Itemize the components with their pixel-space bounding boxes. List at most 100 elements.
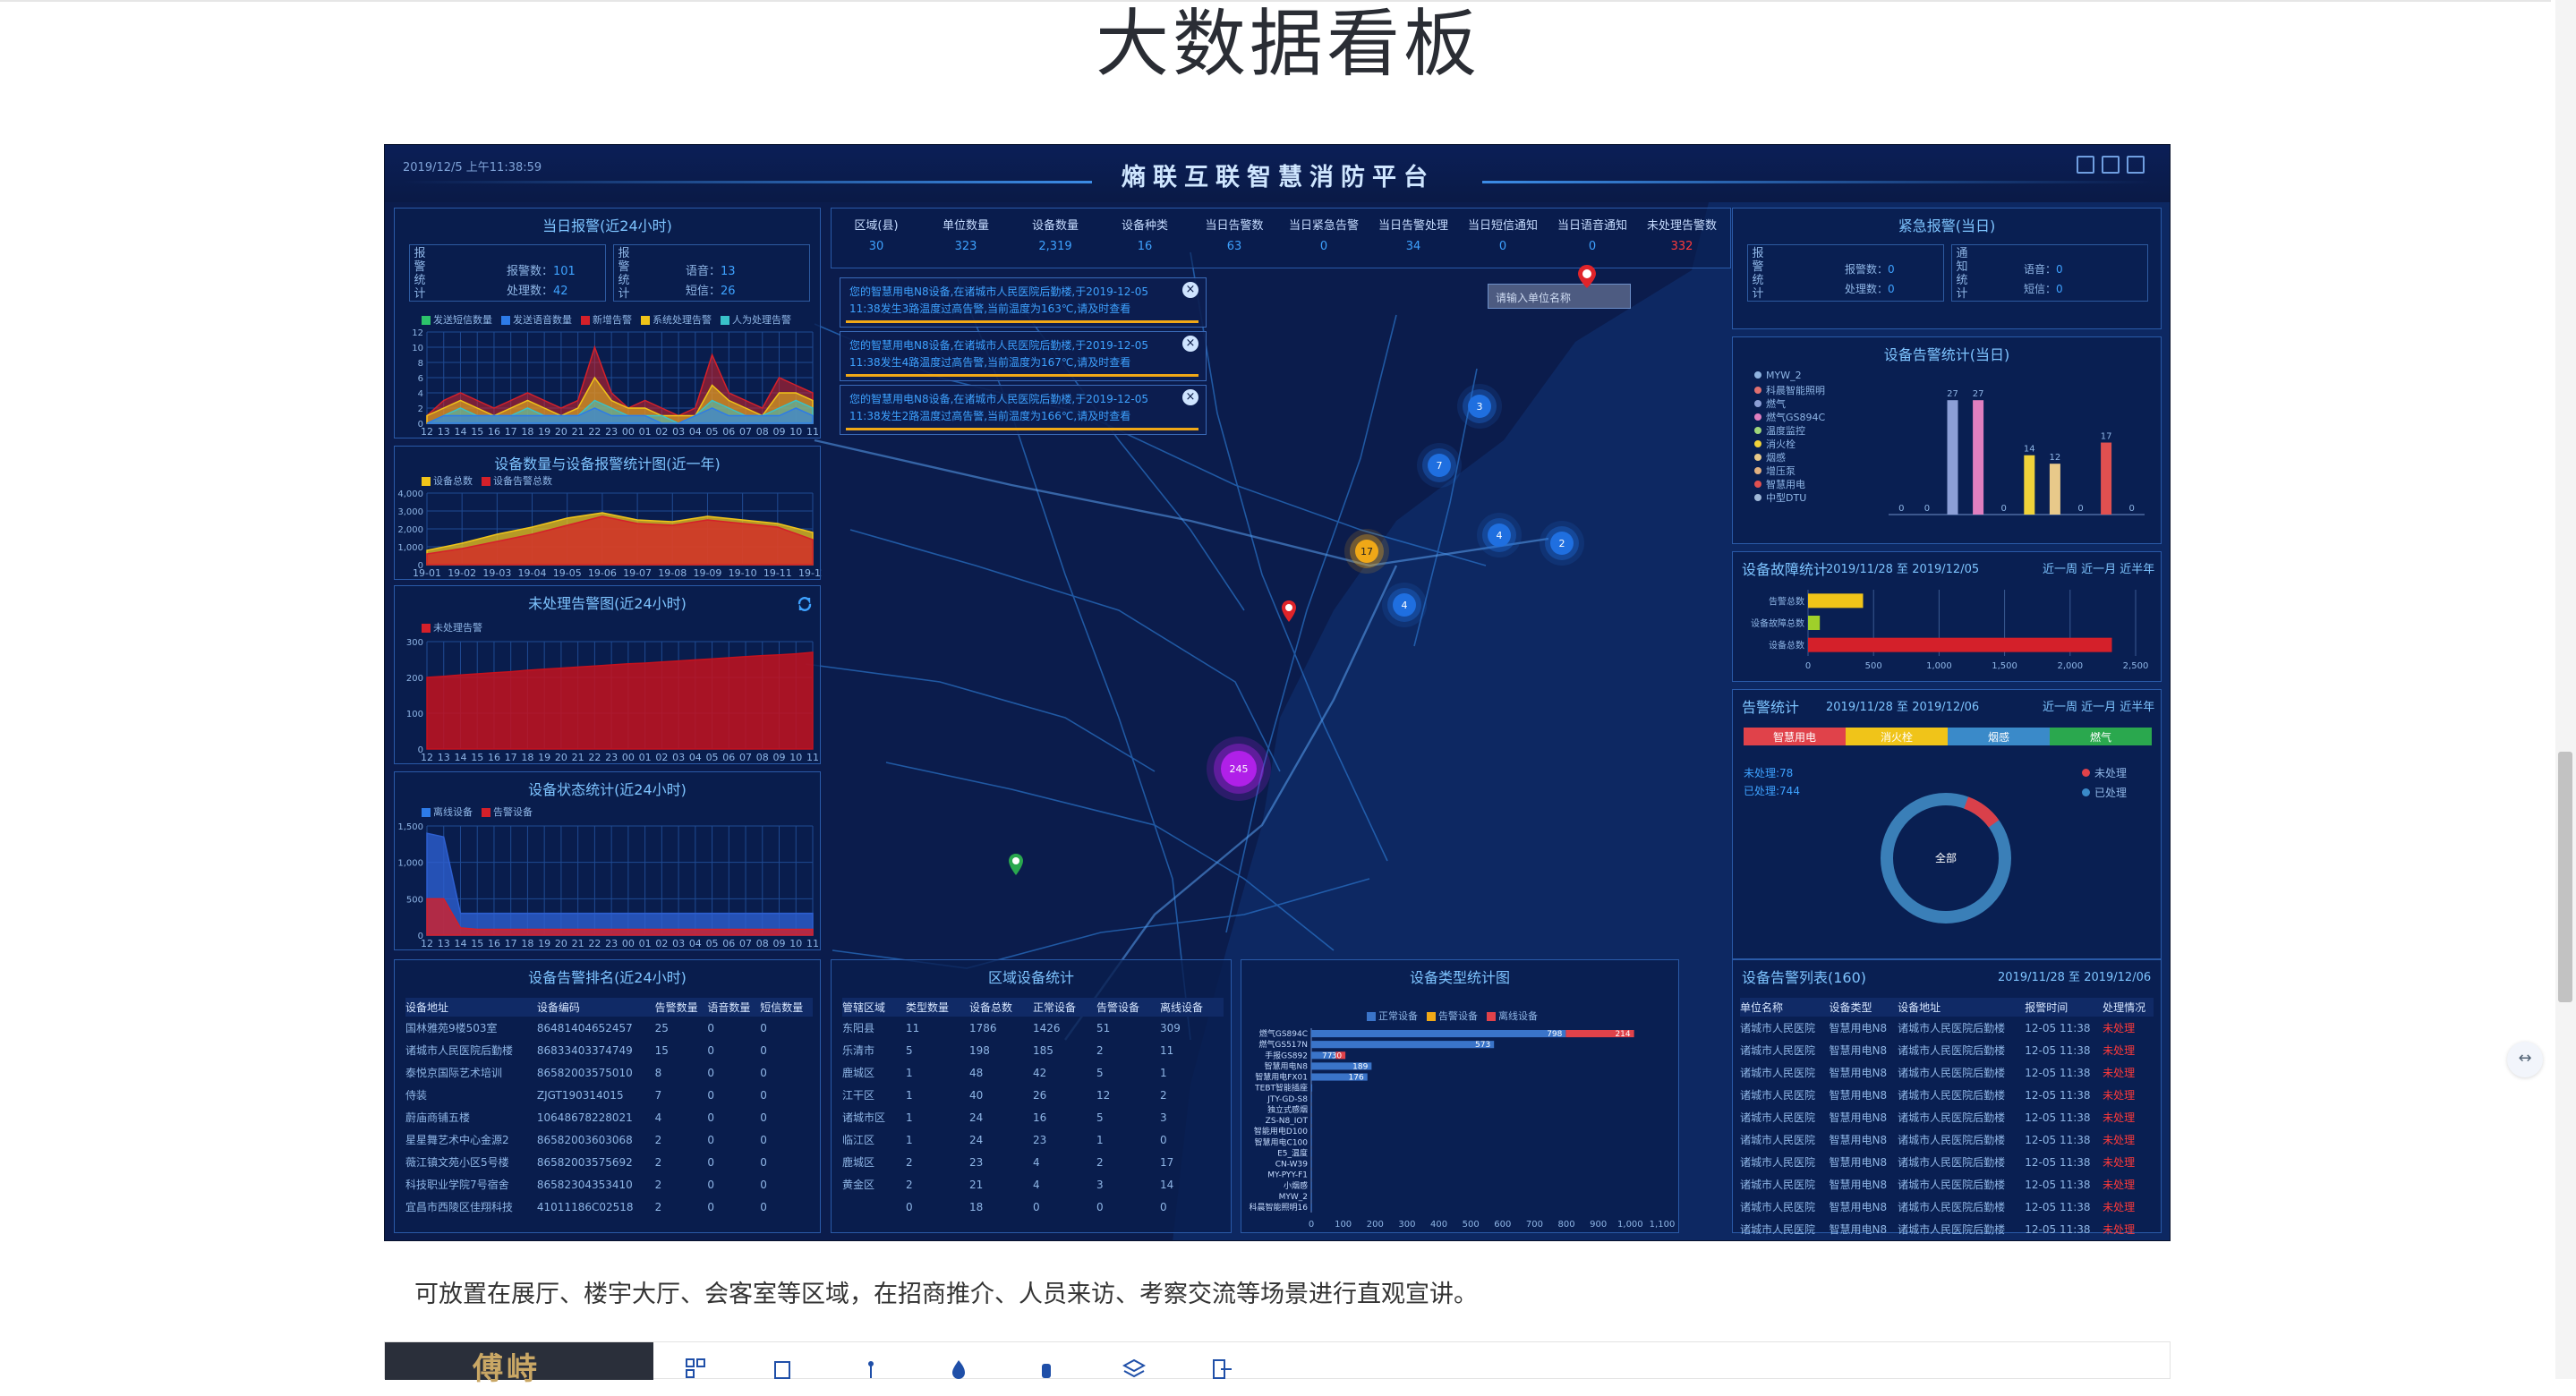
cluster-marker[interactable]: 4 [1488, 524, 1511, 547]
table-cell: 12-05 11:38 [2025, 1088, 2091, 1102]
emergency-sms: 0 [2056, 283, 2063, 295]
collapse-icon[interactable]: ↔ [2507, 1042, 2543, 1077]
cluster-marker[interactable]: 7 [1428, 454, 1451, 477]
table-cell: 0 [707, 1178, 715, 1191]
screen-icon[interactable] [2102, 156, 2120, 174]
cluster-marker[interactable]: 17 [1355, 540, 1378, 563]
x-tick-label: 00 [622, 938, 635, 949]
table-cell: 0 [760, 1066, 767, 1079]
table-cell: 1 [1160, 1066, 1167, 1079]
y-tick-label: 2,000 [397, 525, 423, 535]
antenna-icon[interactable] [859, 1357, 883, 1380]
page-title: 大数据看板 [1095, 2, 1480, 87]
scrollbar-track[interactable] [2555, 0, 2576, 1379]
legend-item: 消火栓 [1754, 437, 1825, 450]
x-tick-label: 19-02 [448, 567, 476, 579]
legend-label: 烟感 [1766, 452, 1786, 464]
fault-chart: 0 500 1,000 1,500 2,000 2,500 告警总数设备故障总数设备总数 [1751, 590, 2148, 671]
x-tick-label: 22 [588, 752, 601, 763]
alarm-type-tab[interactable]: 消火栓 [1846, 728, 1948, 745]
stat-label: 当日告警数 [1205, 219, 1264, 233]
map-search-input[interactable]: 请输入单位名称 [1488, 284, 1631, 309]
category-label: 手报GS892 [1265, 1050, 1308, 1060]
close-icon[interactable]: × [1182, 389, 1198, 405]
x-tick-label: 19-08 [658, 567, 687, 579]
table-cell: 5 [1096, 1066, 1104, 1079]
x-tick-label: 02 [655, 938, 668, 949]
table-cell: 12-05 11:38 [2025, 1111, 2091, 1124]
x-tick-label: 23 [605, 426, 618, 438]
cluster-marker[interactable]: 3 [1468, 395, 1491, 418]
extinguisher-icon[interactable] [1035, 1357, 1058, 1380]
exit-icon[interactable] [1210, 1357, 1233, 1380]
refresh-icon[interactable] [796, 595, 814, 613]
stat-label: 设备种类 [1121, 219, 1168, 233]
table-cell: 185 [1033, 1043, 1053, 1057]
green-pin-icon[interactable] [1007, 852, 1025, 877]
x-tick-label: 06 [722, 938, 735, 949]
fault-range-tabs[interactable]: 近一周 近一月 近半年 [2043, 559, 2154, 576]
cluster-marker[interactable]: 2 [1550, 532, 1574, 555]
alarm-type-tab[interactable]: 燃气 [2050, 728, 2152, 745]
table-row: 诸城市人民医院 智慧用电N8 诸城市人民医院后勤楼 12-05 11:38 未处理 [1740, 1084, 2154, 1106]
legend-swatch [1754, 454, 1761, 461]
table-row: 侍装 ZJGT190314015 7 0 0 [405, 1084, 813, 1106]
x-tick-label: 02 [655, 752, 668, 763]
table-cell: 诸城市人民医院后勤楼 [1898, 1134, 2006, 1146]
table-header-cell: 告警数量 [654, 998, 708, 1017]
building-icon[interactable] [772, 1357, 795, 1380]
table-header-cell: 离线设备 [1160, 998, 1224, 1017]
x-tick-label: 19-09 [693, 567, 721, 579]
close-icon[interactable]: × [1182, 282, 1198, 298]
layers-icon[interactable] [1122, 1357, 1146, 1380]
category-label: MYW_2 [1279, 1193, 1308, 1202]
x-tick-label: 17 [505, 426, 517, 438]
x-tick-label: 02 [655, 426, 668, 438]
fire-icon[interactable] [947, 1357, 970, 1380]
red-pin-icon[interactable] [1576, 263, 1598, 290]
panel-region: 区域设备统计 管辖区域 类型数量 设备总数 正常设备 告警设备 离线设备 东阳县 11 1786… [831, 959, 1232, 1233]
alarm-type-tab[interactable]: 智慧用电 [1744, 728, 1846, 745]
x-tick-label: 19-05 [553, 567, 582, 579]
table-cell: 10648678228021 [536, 1111, 633, 1124]
alarm-type-tab[interactable]: 烟感 [1948, 728, 2050, 745]
chart-icon[interactable] [2077, 156, 2094, 174]
table-cell: 诸城市人民医院 [1740, 1223, 1816, 1236]
x-tick-label: 04 [689, 426, 702, 438]
table-cell: 2 [906, 1155, 913, 1169]
x-tick-label: 07 [739, 426, 752, 438]
cluster-marker[interactable]: 4 [1393, 593, 1416, 617]
legend-swatch [721, 316, 729, 325]
table-cell: 12-05 11:38 [2025, 1155, 2091, 1169]
bar [2024, 455, 2035, 515]
bar-segment [1311, 1138, 1312, 1146]
dashboard-header: 2019/12/5 上午11:38:59 熵联互联智慧消防平台 [385, 145, 2170, 202]
scrollbar-thumb[interactable] [2558, 752, 2572, 1002]
chart-legend: 离线设备 告警设备 [422, 804, 533, 819]
x-tick-label: 300 [1398, 1220, 1415, 1230]
alarm-range-tabs[interactable]: 近一周 近一月 近半年 [2043, 697, 2154, 714]
bar-segment [1311, 1192, 1312, 1200]
table-cell: 鹿城区 [842, 1156, 875, 1169]
red-pin-icon-2[interactable] [1280, 599, 1298, 624]
brand-logo[interactable]: 傅峙 [385, 1342, 653, 1387]
panel-alarm-stats: 告警统计 2019/11/28 至 2019/12/06 近一周 近一月 近半年… [1732, 689, 2162, 959]
table-header-cell: 语音数量 [707, 998, 761, 1017]
x-tick-label: 20 [555, 938, 567, 949]
cluster-marker[interactable]: 245 [1221, 751, 1257, 787]
legend-item: 未处理告警 [422, 620, 482, 634]
series-area [426, 651, 814, 750]
y-tick-label: 12 [412, 328, 423, 338]
fullscreen-icon[interactable] [2127, 156, 2145, 174]
table-cell: 未处理 [2103, 1067, 2136, 1079]
close-icon[interactable]: × [1182, 336, 1198, 352]
x-tick-label: 19-01 [413, 567, 441, 579]
x-tick-label: 19-11 [763, 567, 792, 579]
legend-swatch [1754, 481, 1761, 488]
table-cell: 2 [1096, 1043, 1104, 1057]
grid-icon[interactable] [684, 1357, 707, 1380]
legend-label: 告警设备 [1438, 1010, 1478, 1022]
legend-label: 增压泵 [1766, 465, 1796, 477]
table-cell: 诸城市人民医院后勤楼 [1898, 1201, 2006, 1213]
x-tick-label: 05 [706, 938, 719, 949]
